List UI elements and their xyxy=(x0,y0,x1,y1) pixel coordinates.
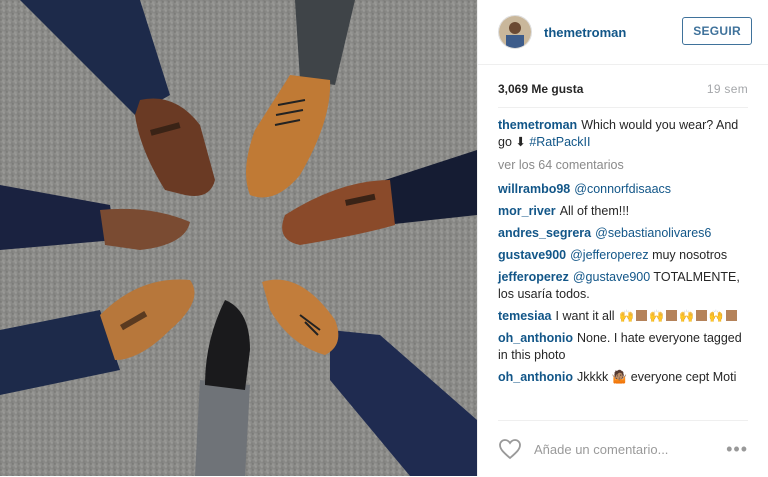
shoes-photo-illustration xyxy=(0,0,477,476)
comment-item: mor_river All of them!!! xyxy=(498,203,750,220)
comment-mention[interactable]: @gustave900 xyxy=(573,270,650,284)
comment-item: temesiaa I want it all 🙌 🙌 🙌 🙌 xyxy=(498,308,750,325)
comment-username[interactable]: temesiaa xyxy=(498,309,552,323)
ellipsis-icon[interactable]: ••• xyxy=(726,439,748,460)
comment-mention[interactable]: @jefferoperez xyxy=(570,248,648,262)
follow-button[interactable]: SEGUIR xyxy=(682,17,752,45)
comment-text: I want it all xyxy=(555,309,619,323)
skin-tone-icon xyxy=(695,310,707,321)
likes-count[interactable]: 3,069 Me gusta xyxy=(498,82,583,102)
raised-hands-icon: 🙌 xyxy=(708,309,724,323)
heart-icon[interactable] xyxy=(498,438,522,460)
add-comment-input[interactable] xyxy=(534,441,727,457)
raised-hands-icon: 🙌 xyxy=(678,309,694,323)
post-photo[interactable] xyxy=(0,0,477,476)
caption-hashtag[interactable]: #RatPackII xyxy=(529,135,590,149)
comment-username[interactable]: mor_river xyxy=(498,204,556,218)
comment-username[interactable]: oh_anthonio xyxy=(498,331,573,345)
comment-item: jefferoperez @gustave900 TOTALMENTE, los … xyxy=(498,269,750,303)
comment-username[interactable]: andres_segrera xyxy=(498,226,591,240)
caption: themetroman Which would you wear? And go … xyxy=(498,117,750,151)
comment-item: oh_anthonio None. I hate everyone tagged … xyxy=(498,330,750,364)
comment-mention[interactable]: @sebastianolivares6 xyxy=(595,226,711,240)
comment-item: willrambo98 @connorfdisaacs xyxy=(498,181,750,198)
post-username[interactable]: themetroman xyxy=(544,25,626,40)
post-time[interactable]: 19 sem xyxy=(707,82,748,102)
raised-hands-icon: 🙌 xyxy=(649,309,664,323)
comment-item: andres_segrera @sebastianolivares6 xyxy=(498,225,750,242)
comment-text: muy nosotros xyxy=(648,248,728,262)
comment-text: Jkkkk 🤷🏽 everyone cept Moti xyxy=(577,370,737,384)
skin-tone-icon xyxy=(665,310,677,321)
skin-tone-icon xyxy=(636,310,647,321)
caption-username[interactable]: themetroman xyxy=(498,118,577,132)
comment-username[interactable]: gustave900 xyxy=(498,248,566,262)
comments-list: themetroman Which would you wear? And go … xyxy=(498,117,750,391)
skin-tone-icon xyxy=(725,310,737,321)
comment-item: oh_anthonio Jkkkk 🤷🏽 everyone cept Moti xyxy=(498,369,750,386)
comment-footer: ••• xyxy=(498,420,748,477)
avatar[interactable] xyxy=(498,15,532,49)
raised-hands-icon: 🙌 xyxy=(619,309,634,323)
view-more-comments-link[interactable]: ver los 64 comentarios xyxy=(498,157,750,174)
comment-text: All of them!!! xyxy=(559,204,630,218)
post-header: themetroman SEGUIR xyxy=(478,0,768,65)
comment-username[interactable]: jefferoperez xyxy=(498,270,569,284)
comment-username[interactable]: willrambo98 xyxy=(498,182,570,196)
comment-mention[interactable]: @connorfdisaacs xyxy=(574,182,671,196)
post-side-panel: themetroman SEGUIR 3,069 Me gusta 19 sem… xyxy=(477,0,768,476)
post-stats: 3,069 Me gusta 19 sem xyxy=(498,82,748,102)
divider xyxy=(498,107,748,108)
comment-item: gustave900 @jefferoperez muy nosotros xyxy=(498,247,750,264)
comment-username[interactable]: oh_anthonio xyxy=(498,370,573,384)
